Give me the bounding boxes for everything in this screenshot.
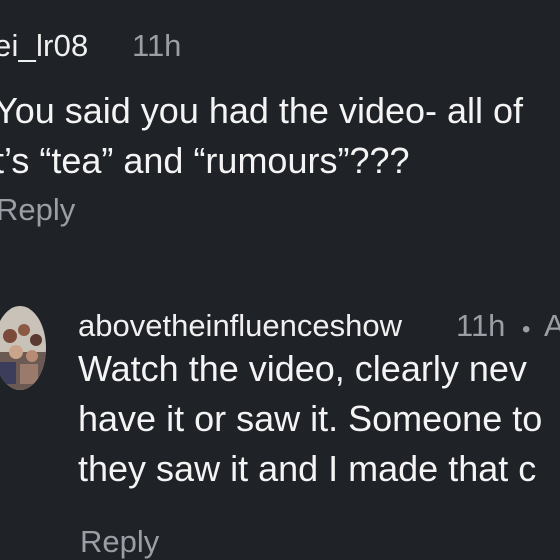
reply-button[interactable]: Reply — [80, 524, 159, 560]
comment-text-line: they saw it and I made that c — [78, 448, 537, 489]
comment-username[interactable]: abovetheinfluenceshow — [78, 308, 402, 344]
comment-text-line: Watch the video, clearly nev — [78, 348, 527, 389]
comment-text: You said you had the video- all of t’s “… — [0, 86, 523, 186]
avatar-photo-icon[interactable] — [0, 306, 46, 390]
reply-button[interactable]: Reply — [0, 192, 75, 228]
comment-text: Watch the video, clearly nev have it or … — [78, 344, 542, 494]
meta-separator-dot: • — [522, 316, 531, 343]
comment-meta-extra: A — [544, 308, 560, 343]
comment-timestamp: 11h — [456, 308, 506, 343]
comment-text-line: t’s “tea” and “rumours”??? — [0, 140, 410, 181]
comment-text-line: have it or saw it. Someone to — [78, 398, 543, 439]
comment-text-line: You said you had the video- all of — [0, 90, 524, 131]
comment-timestamp: 11h — [132, 28, 182, 63]
comment-username[interactable]: ei_lr08 — [0, 28, 88, 64]
